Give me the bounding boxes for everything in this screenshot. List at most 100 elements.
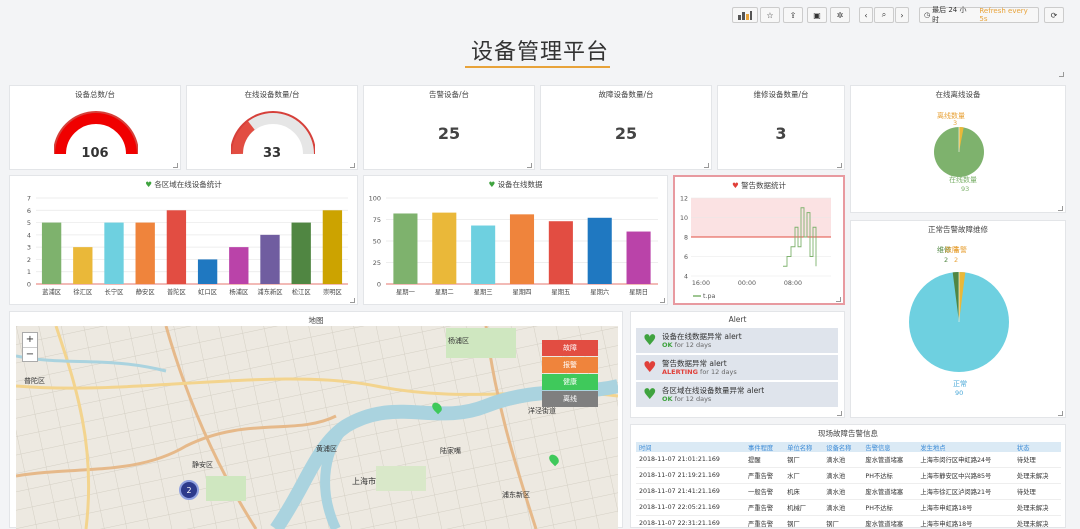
- time-picker[interactable]: ◷ 最后 24 小时 Refresh every 5s: [919, 6, 1039, 24]
- cell-location: 上海市静安区中兴路85号: [917, 467, 1014, 484]
- resize-handle[interactable]: [350, 163, 355, 168]
- weekly-bar-chart: 0 25 50 75 100 星期一 星期二 星期三 星期四 星期五 星期六 星期日: [369, 195, 658, 296]
- col-header[interactable]: 告警信息: [862, 442, 918, 452]
- table-row[interactable]: 2018-11-07 22:05:21.169 严重告警 机械厂 滴水池 PH不…: [636, 499, 1061, 516]
- cell-severity: 提醒: [745, 452, 785, 468]
- cell-device: 滴水池: [823, 499, 863, 516]
- place-label: 陆家嘴: [440, 447, 461, 455]
- bar: [260, 234, 280, 284]
- marker-cluster[interactable]: 2: [179, 480, 199, 500]
- place-label: 普陀区: [24, 377, 45, 385]
- stat-panel-repair: 维修设备数量/台 3: [717, 85, 845, 170]
- resize-handle[interactable]: [837, 411, 842, 416]
- x-tick-label: 徐汇区: [73, 287, 92, 296]
- online-offline-panel: 在线离线设备 离线数量 3 在线数量 93: [850, 85, 1066, 213]
- cell-unit: 机械厂: [784, 499, 824, 516]
- cell-device: 滴水池: [823, 467, 863, 484]
- map-panel: 地图 + − 杨浦区 普陀区 静安区 黄浦区 上海市 洋泾街道 浦东新区 陆家嘴…: [9, 311, 623, 529]
- resize-handle[interactable]: [173, 163, 178, 168]
- legend-healthy: 健康: [542, 374, 598, 390]
- resize-handle[interactable]: [660, 298, 665, 303]
- alert-status: OK for 12 days: [662, 341, 711, 349]
- bar: [166, 210, 187, 284]
- bar: [104, 222, 124, 284]
- time-range-text: 最后 24 小时: [932, 6, 967, 24]
- resize-handle[interactable]: [704, 163, 709, 168]
- heart-ok-icon: ♥: [643, 385, 657, 403]
- district-bar-panel: ♥ 各区域在线设备统计 0 1 2 3 4 5 6 7 蓝浦区 徐汇区 长宁区 静安区 普陀区 虹口区 杨浦…: [9, 175, 358, 305]
- zoom-out-button[interactable]: −: [23, 348, 37, 361]
- alert-status: ALERTING for 12 days: [662, 368, 737, 376]
- alarm-line-chart: 4 6 8 10 12 16:00 00:00 08:00 t.pa: [680, 196, 831, 300]
- table-row[interactable]: 2018-11-07 21:19:21.169 严重告警 水厂 滴水池 PH不达…: [636, 467, 1061, 484]
- bar: [587, 217, 612, 284]
- district-bar-chart: 0 1 2 3 4 5 6 7 蓝浦区 徐汇区 长宁区 静安区 普陀区 虹口区 杨浦区 浦东新区 松江区 崇明区: [27, 195, 348, 296]
- col-header[interactable]: 单位名称: [784, 442, 824, 452]
- y-tick-label: 0: [27, 281, 31, 289]
- stat-value: 25: [437, 124, 461, 143]
- table-row[interactable]: 2018-11-07 22:31:21.169 严重告警 钢厂 钢厂 废水管道堵…: [636, 515, 1061, 527]
- col-header[interactable]: 发生地点: [917, 442, 1014, 452]
- col-header[interactable]: 时间: [636, 442, 746, 452]
- add-panel-button[interactable]: [732, 7, 758, 23]
- cell-severity: 严重告警: [745, 499, 785, 516]
- cell-severity: 一般告警: [745, 483, 785, 500]
- share-button[interactable]: ⇪: [783, 7, 803, 23]
- gauge-value: 106: [81, 146, 109, 161]
- save-button[interactable]: ▣: [807, 7, 827, 23]
- stat-panel-total: 设备总数/台 106: [9, 85, 181, 170]
- x-tick-label: 崇明区: [323, 288, 342, 296]
- alarm-line-panel: ♥ 警告数据统计 4 6 8 10 12 16:00 00:00 08:00 t.pa: [673, 175, 845, 305]
- star-button[interactable]: ☆: [760, 7, 780, 23]
- resize-handle[interactable]: [1058, 206, 1063, 211]
- alert-item[interactable]: ♥ 设备在线数据异常 alert OK for 12 days: [636, 328, 838, 353]
- col-header[interactable]: 状态: [1013, 442, 1061, 452]
- bar: [548, 221, 573, 284]
- resize-handle[interactable]: [1059, 72, 1064, 77]
- cell-info: PH不达标: [862, 499, 918, 516]
- weekly-bar-panel: ♥ 设备在线数据 0 25 50 75 100 星期一 星期二 星期三 星期四 星期五 星期六 星期日: [363, 175, 668, 305]
- stat-label: 设备总数/台: [74, 90, 116, 99]
- resize-handle[interactable]: [527, 163, 532, 168]
- alert-item[interactable]: ♥ 警告数据异常 alert ALERTING for 12 days: [636, 355, 838, 380]
- normal-label: 正常: [953, 380, 967, 388]
- cell-status: 处理未解决: [1013, 499, 1061, 516]
- cell-severity: 严重告警: [745, 515, 785, 527]
- table-row[interactable]: 2018-11-07 21:41:21.169 一般告警 机床 滴水池 废水管道…: [636, 483, 1061, 500]
- stat-value: 3: [775, 124, 787, 143]
- x-tick-label: 00:00: [738, 280, 756, 287]
- time-forward-button[interactable]: ›: [895, 7, 909, 23]
- panel-title: 正常告警故障维修: [928, 225, 988, 234]
- bar: [322, 210, 343, 284]
- col-header[interactable]: 设备名称: [823, 442, 863, 452]
- place-label: 黄浦区: [316, 445, 337, 453]
- online-label: 在线数量: [949, 176, 977, 184]
- pie-value-b: 2: [954, 256, 959, 264]
- resize-handle[interactable]: [837, 163, 842, 168]
- resize-handle[interactable]: [350, 298, 355, 303]
- col-header[interactable]: 事件程度: [745, 442, 785, 452]
- alert-item[interactable]: ♥ 各区域在线设备数量异常 alert OK for 12 days: [636, 382, 838, 407]
- resize-handle[interactable]: [836, 297, 841, 302]
- cell-unit: 钢厂: [784, 452, 824, 468]
- legend-fault: 故障: [542, 340, 598, 356]
- bar: [432, 212, 457, 284]
- zoom-in-button[interactable]: +: [23, 333, 37, 348]
- x-tick-label: 星期日: [629, 288, 648, 296]
- time-back-button[interactable]: ‹: [859, 7, 873, 23]
- bar: [41, 222, 62, 284]
- bar: [73, 247, 93, 284]
- x-tick-label: 长宁区: [105, 287, 124, 296]
- settings-button[interactable]: ✲: [830, 7, 850, 23]
- map-canvas[interactable]: + − 杨浦区 普陀区 静安区 黄浦区 上海市 洋泾街道 浦东新区 陆家嘴 2 …: [16, 326, 618, 529]
- table-row[interactable]: 2018-11-07 21:01:21.169 提醒 钢厂 滴水池 废水管道堵塞…: [636, 452, 1061, 468]
- y-tick-label: 100: [369, 195, 381, 203]
- refresh-button[interactable]: ⟳: [1044, 7, 1064, 23]
- x-tick-label: 浦东新区: [257, 287, 282, 296]
- resize-handle[interactable]: [1058, 411, 1063, 416]
- gear-icon: ✲: [836, 10, 844, 20]
- y-tick-label: 4: [27, 231, 31, 239]
- stat-value: 25: [614, 124, 638, 143]
- zoom-out-button[interactable]: ⌕: [874, 7, 894, 23]
- x-tick-label: 星期二: [435, 288, 454, 296]
